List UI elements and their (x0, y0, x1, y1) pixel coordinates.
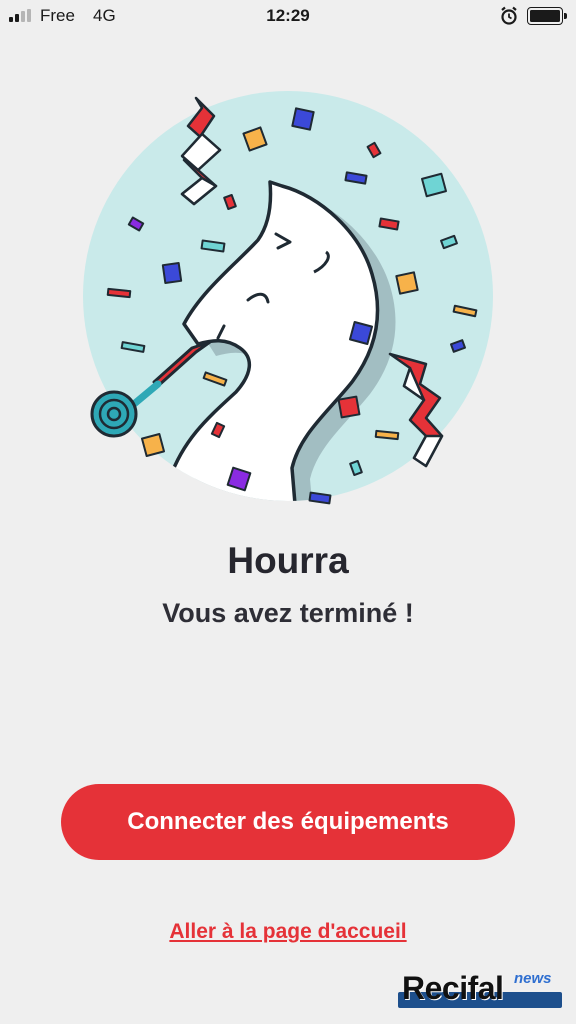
watermark-sub: news (514, 970, 552, 987)
battery-icon (527, 7, 567, 25)
go-home-link[interactable]: Aller à la page d'accueil (0, 920, 576, 944)
connect-devices-button[interactable]: Connecter des équipements (61, 784, 515, 860)
watermark-main: Recifal (402, 970, 504, 1006)
page-subtitle: Vous avez terminé ! (162, 598, 414, 628)
status-bar: Free 4G 12:29 (0, 0, 576, 34)
watermark-logo: Recifal news (398, 968, 562, 1012)
horse-party-illustration (83, 91, 493, 505)
status-time: 12:29 (266, 6, 310, 25)
page-title: Hourra (227, 540, 349, 581)
alarm-icon (500, 6, 518, 31)
